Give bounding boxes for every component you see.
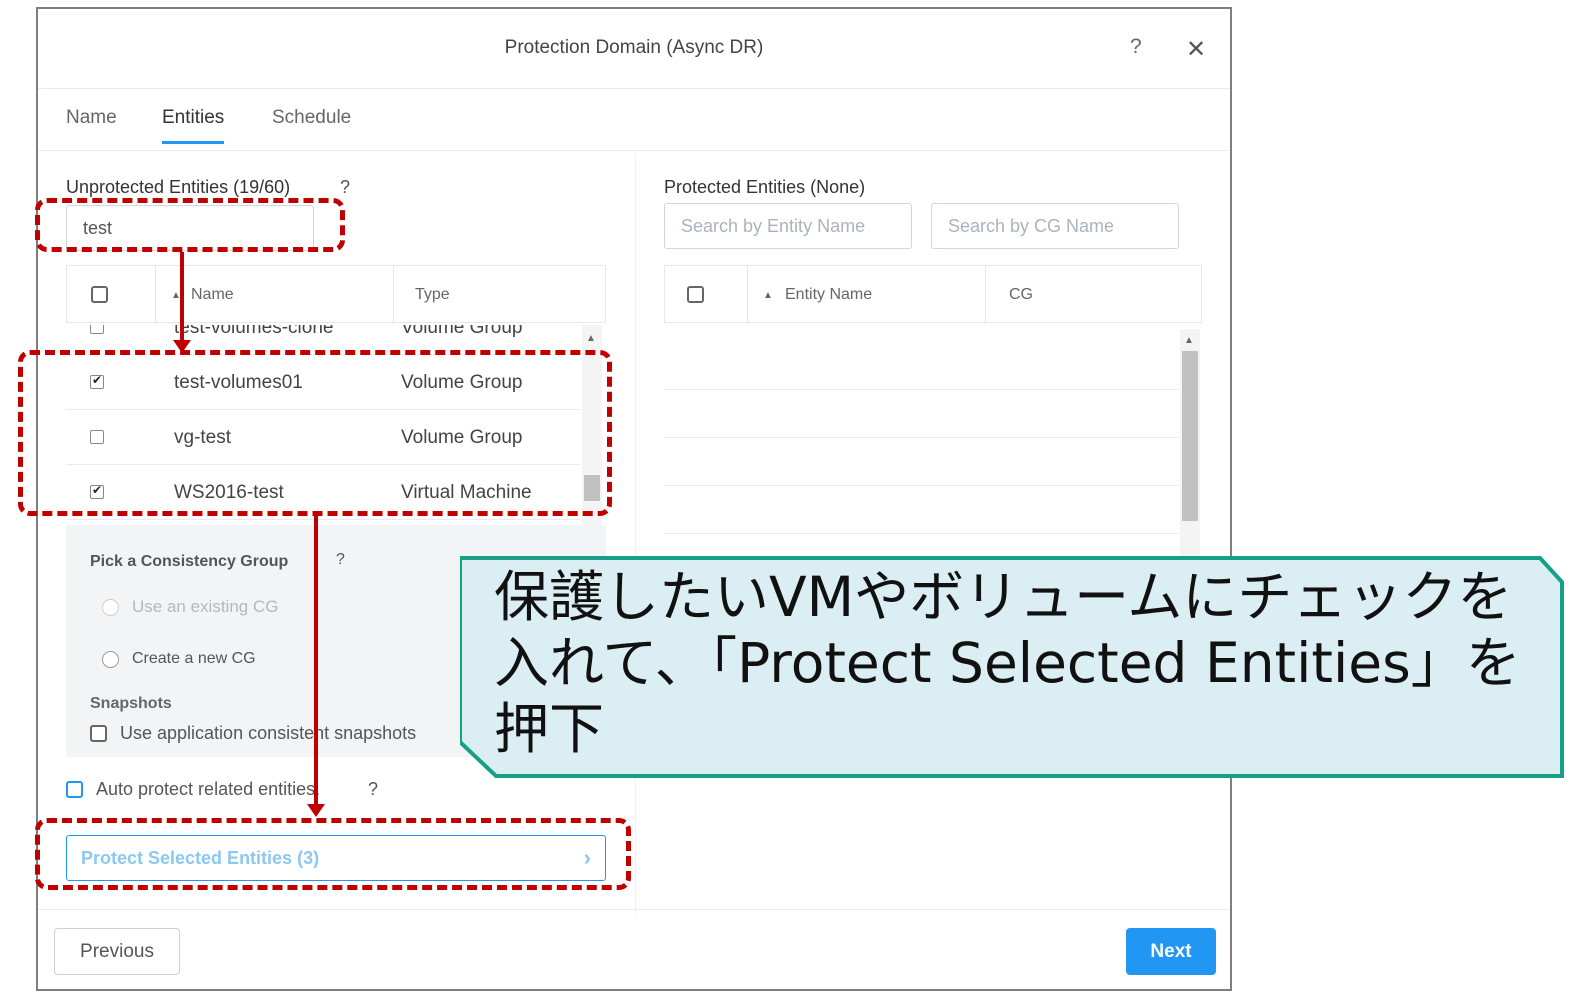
close-icon[interactable]: ✕ [1186,35,1206,64]
consistency-help-icon[interactable]: ? [336,551,345,569]
row-checkbox[interactable] [90,430,104,444]
unprotected-scrollbar[interactable]: ▲ [582,325,602,525]
scrollbar-thumb[interactable] [584,475,600,501]
sort-asc-icon[interactable]: ▲ [763,290,773,301]
column-divider [747,266,748,324]
entity-name: test-volumes01 [174,372,303,393]
entity-name: test-volumes-clone [174,325,334,338]
row-checkbox[interactable] [90,373,104,389]
tab-name[interactable]: Name [66,107,117,141]
scroll-up-icon[interactable]: ▲ [586,333,596,344]
table-row[interactable]: test-volumes01 Volume Group [66,355,580,410]
table-row[interactable]: test-volumes-clone Volume Group [66,325,580,355]
arrow-down-icon [173,340,191,353]
unprotected-search-input[interactable]: test [66,205,314,251]
unprotected-entities-list: test-volumes-clone Volume Group test-vol… [66,325,606,525]
callout-text: 保護したいVMやボリュームにチェックを入れて、「Protect Selected… [494,565,1521,761]
protect-button-label: Protect Selected Entities (3) [81,848,320,868]
snapshots-title: Snapshots [90,695,172,712]
auto-protect-help-icon[interactable]: ? [368,779,378,800]
app-consistent-label: Use application consistent snapshots [120,723,417,743]
app-consistent-checkbox[interactable] [90,725,107,742]
table-row[interactable]: vg-test Volume Group [66,410,580,465]
tab-bar: Name Entities Schedule [38,89,1230,151]
new-cg-radio[interactable] [102,651,119,668]
arrow-down-icon [307,804,325,817]
search-entity-name-input[interactable]: Search by Entity Name [664,203,912,249]
dialog-title: Protection Domain (Async DR) [504,37,764,58]
help-icon[interactable]: ? [1130,35,1142,59]
auto-protect-checkbox[interactable] [66,781,83,798]
column-divider [393,266,394,324]
protected-entities-title: Protected Entities (None) [664,177,866,197]
column-header-name[interactable]: Name [191,286,234,304]
protected-entities-list: ▲ [664,325,1200,565]
column-divider [155,266,156,324]
instruction-callout: 保護したいVMやボリュームにチェックを入れて、「Protect Selected… [460,556,1564,778]
unprotected-help-icon[interactable]: ? [340,177,350,198]
auto-protect-label: Auto protect related entities. [96,779,321,799]
protected-table-header: ▲ Entity Name CG [664,265,1202,324]
entity-type: Volume Group [401,372,523,393]
row-divider [664,485,1179,486]
entity-type: Virtual Machine [401,482,532,503]
column-header-entity-name[interactable]: Entity Name [785,286,872,304]
new-cg-label: Create a new CG [132,650,256,667]
row-divider [664,389,1179,390]
protected-select-all-checkbox[interactable] [687,286,704,303]
previous-button[interactable]: Previous [54,928,180,975]
next-button[interactable]: Next [1126,928,1216,975]
tab-schedule[interactable]: Schedule [272,107,351,141]
arrow-line [314,516,318,806]
entity-name: WS2016-test [174,482,284,503]
column-header-type[interactable]: Type [415,286,450,304]
protected-scrollbar[interactable]: ▲ [1180,329,1200,565]
row-divider [664,533,1179,534]
unprotected-table-header: ▲ Name Type [66,265,606,324]
column-divider [985,266,986,324]
existing-cg-radio[interactable] [102,599,119,616]
column-header-cg[interactable]: CG [1009,286,1033,304]
scrollbar-thumb[interactable] [1182,351,1198,521]
dialog-header: Protection Domain (Async DR) ? ✕ [38,9,1230,89]
protect-selected-entities-button[interactable]: Protect Selected Entities (3) › [66,835,606,881]
table-row[interactable]: WS2016-test Virtual Machine [66,465,580,520]
select-all-checkbox[interactable] [91,286,108,303]
search-cg-name-input[interactable]: Search by CG Name [931,203,1179,249]
consistency-group-title: Pick a Consistency Group [90,553,289,570]
entity-type: Volume Group [401,325,523,338]
column-divider [635,154,636,914]
entity-name: vg-test [174,427,232,448]
protection-domain-dialog: Protection Domain (Async DR) ? ✕ Name En… [36,7,1232,991]
existing-cg-label: Use an existing CG [132,597,279,616]
dialog-footer: Previous Next [38,909,1230,993]
chevron-right-icon: › [583,845,591,870]
row-divider [664,437,1179,438]
entity-type: Volume Group [401,427,523,448]
scroll-up-icon[interactable]: ▲ [1184,335,1194,346]
arrow-line [180,252,184,342]
unprotected-entities-title: Unprotected Entities (19/60) [66,177,291,197]
tab-entities[interactable]: Entities [162,107,225,144]
row-checkbox[interactable] [90,325,104,334]
row-checkbox[interactable] [90,483,104,499]
